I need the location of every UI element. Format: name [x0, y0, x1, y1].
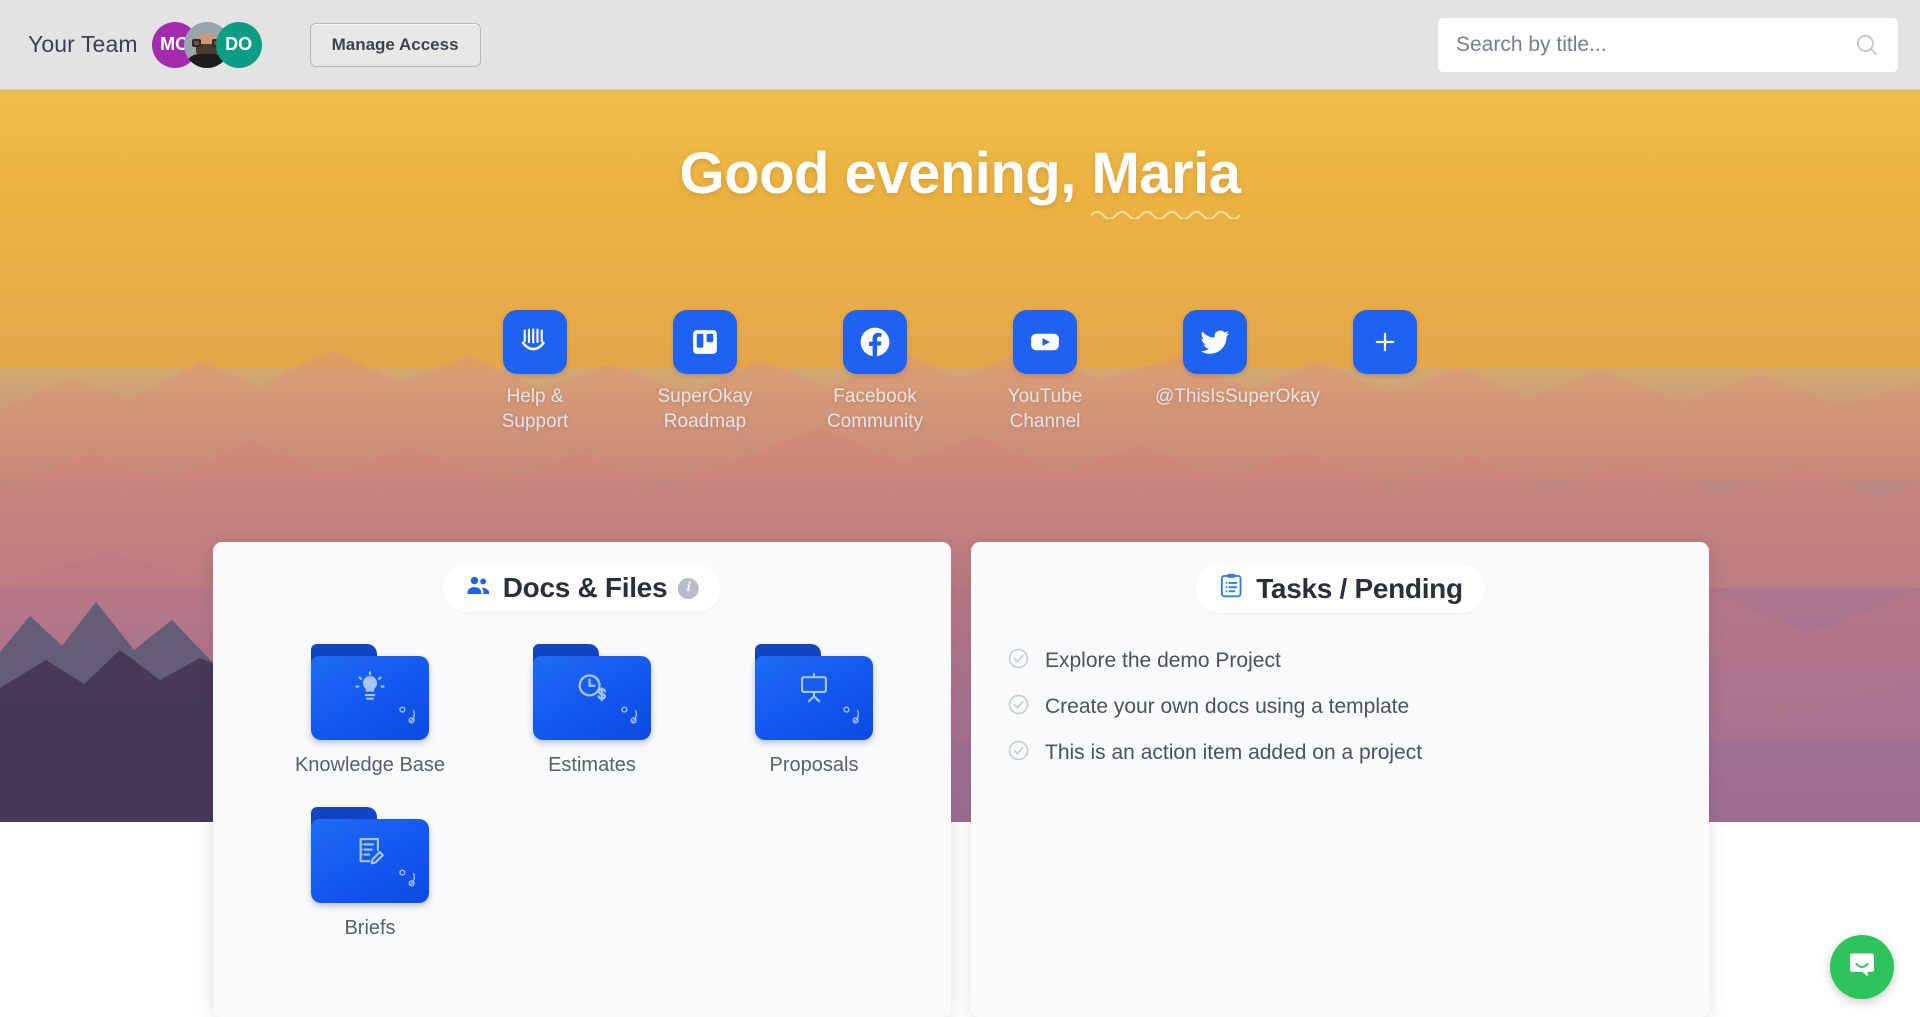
- task-row[interactable]: Explore the demo Project: [1007, 638, 1679, 684]
- presentation-icon: [797, 671, 831, 710]
- docs-card-title-text: Docs & Files: [502, 572, 668, 603]
- task-list: Explore the demo Project Create your own…: [1007, 638, 1679, 776]
- folder-icon: [755, 644, 873, 740]
- plus-icon[interactable]: [1353, 310, 1417, 374]
- team-label: Your Team: [28, 31, 138, 57]
- docs-card-title: Docs & Files i: [442, 564, 722, 612]
- shared-badge-icon: [395, 704, 419, 733]
- shared-badge-icon: [617, 704, 641, 733]
- shortcut-help-support[interactable]: Help & Support: [475, 310, 595, 434]
- shortcut-label-line2: Support: [501, 411, 569, 432]
- clipboard-list-icon: [1217, 572, 1245, 605]
- folder-knowledge-base[interactable]: Knowledge Base: [259, 644, 481, 777]
- shortcut-label-line2: Community: [826, 411, 924, 432]
- intercom-icon[interactable]: [503, 310, 567, 374]
- task-row[interactable]: This is an action item added on a projec…: [1007, 730, 1679, 776]
- clipboard-pencil-icon: [353, 834, 387, 873]
- avatar-initials: DO: [225, 34, 253, 54]
- shortcut-label: Facebook Community: [815, 384, 935, 434]
- shortcut-superokay-roadmap[interactable]: SuperOkay Roadmap: [645, 310, 765, 434]
- shortcut-twitter-handle[interactable]: @ThisIsSuperOkay: [1155, 310, 1321, 409]
- shortcut-label: Help & Support: [475, 384, 595, 434]
- twitter-icon[interactable]: [1183, 310, 1247, 374]
- team-avatar-group[interactable]: MO DO: [151, 21, 262, 68]
- shortcut-label-line1: YouTube: [1007, 386, 1083, 407]
- shortcut-facebook-community[interactable]: Facebook Community: [815, 310, 935, 434]
- people-icon: [465, 572, 492, 604]
- info-icon[interactable]: i: [678, 577, 700, 599]
- spellcheck-squiggle-icon: [1091, 210, 1241, 219]
- lightbulb-icon: [353, 671, 387, 710]
- tasks-card-title-text: Tasks / Pending: [1256, 572, 1463, 604]
- folder-label: Knowledge Base: [294, 754, 446, 776]
- avatar-do[interactable]: DO: [215, 21, 262, 68]
- greeting-heading: Good evening, Maria: [0, 140, 1920, 219]
- task-label: This is an action item added on a projec…: [1045, 741, 1423, 764]
- youtube-icon[interactable]: [1013, 310, 1077, 374]
- intercom-chat-icon: [1846, 949, 1878, 986]
- folder-grid: Knowledge Base Estimates Proposals Brief…: [213, 644, 951, 970]
- greeting-name: Maria: [1091, 141, 1241, 206]
- folder-estimates[interactable]: Estimates: [481, 644, 703, 777]
- shared-badge-icon: [839, 704, 863, 733]
- manage-access-button[interactable]: Manage Access: [309, 22, 481, 67]
- shortcut-label-line1: SuperOkay: [657, 386, 753, 407]
- folder-proposals[interactable]: Proposals: [703, 644, 925, 777]
- trello-icon[interactable]: [673, 310, 737, 374]
- top-bar: Your Team MO DO Manage Access: [0, 0, 1920, 90]
- clock-dollar-icon: [574, 670, 610, 711]
- tasks-pending-card: Tasks / Pending Explore the demo Project…: [971, 542, 1709, 1017]
- search-icon[interactable]: [1854, 32, 1880, 58]
- folder-icon: [311, 807, 429, 903]
- shortcut-label-line2: Channel: [1009, 411, 1081, 432]
- folder-icon: [311, 644, 429, 740]
- check-circle-icon[interactable]: [1007, 693, 1030, 721]
- shared-badge-icon: [395, 867, 419, 896]
- folder-label: Proposals: [769, 754, 859, 776]
- greeting-name-wrap: Maria: [1091, 140, 1241, 219]
- folder-label: Estimates: [548, 754, 636, 776]
- task-label: Explore the demo Project: [1045, 649, 1281, 672]
- shortcut-label: SuperOkay Roadmap: [645, 384, 765, 434]
- folder-briefs[interactable]: Briefs: [259, 807, 481, 940]
- shortcut-row: Help & Support SuperOkay Roadmap Faceboo…: [0, 310, 1920, 434]
- avatar-glasses-left: [192, 38, 202, 47]
- shortcut-label: @ThisIsSuperOkay: [1155, 384, 1321, 409]
- greeting-prefix: Good evening,: [679, 141, 1092, 206]
- support-chat-launcher[interactable]: [1830, 935, 1894, 999]
- shortcut-label-line2: Roadmap: [663, 411, 747, 432]
- tasks-card-title: Tasks / Pending: [1195, 564, 1485, 613]
- shortcut-add[interactable]: [1325, 310, 1445, 374]
- check-circle-icon[interactable]: [1007, 647, 1030, 675]
- folder-icon: [533, 644, 651, 740]
- check-circle-icon[interactable]: [1007, 739, 1030, 767]
- task-label: Create your own docs using a template: [1045, 695, 1410, 718]
- shortcut-label-line1: Facebook: [833, 386, 917, 407]
- folder-label: Briefs: [344, 917, 396, 939]
- shortcut-label-line1: @ThisIsSuperOkay: [1155, 386, 1321, 407]
- search-bar[interactable]: [1438, 18, 1898, 72]
- shortcut-label: YouTube Channel: [985, 384, 1105, 434]
- search-input[interactable]: [1438, 33, 1854, 57]
- task-row[interactable]: Create your own docs using a template: [1007, 684, 1679, 730]
- shortcut-youtube-channel[interactable]: YouTube Channel: [985, 310, 1105, 434]
- docs-and-files-card: Docs & Files i Knowledge Base Estimates …: [213, 542, 951, 1017]
- shortcut-label-line1: Help &: [506, 386, 564, 407]
- facebook-icon[interactable]: [843, 310, 907, 374]
